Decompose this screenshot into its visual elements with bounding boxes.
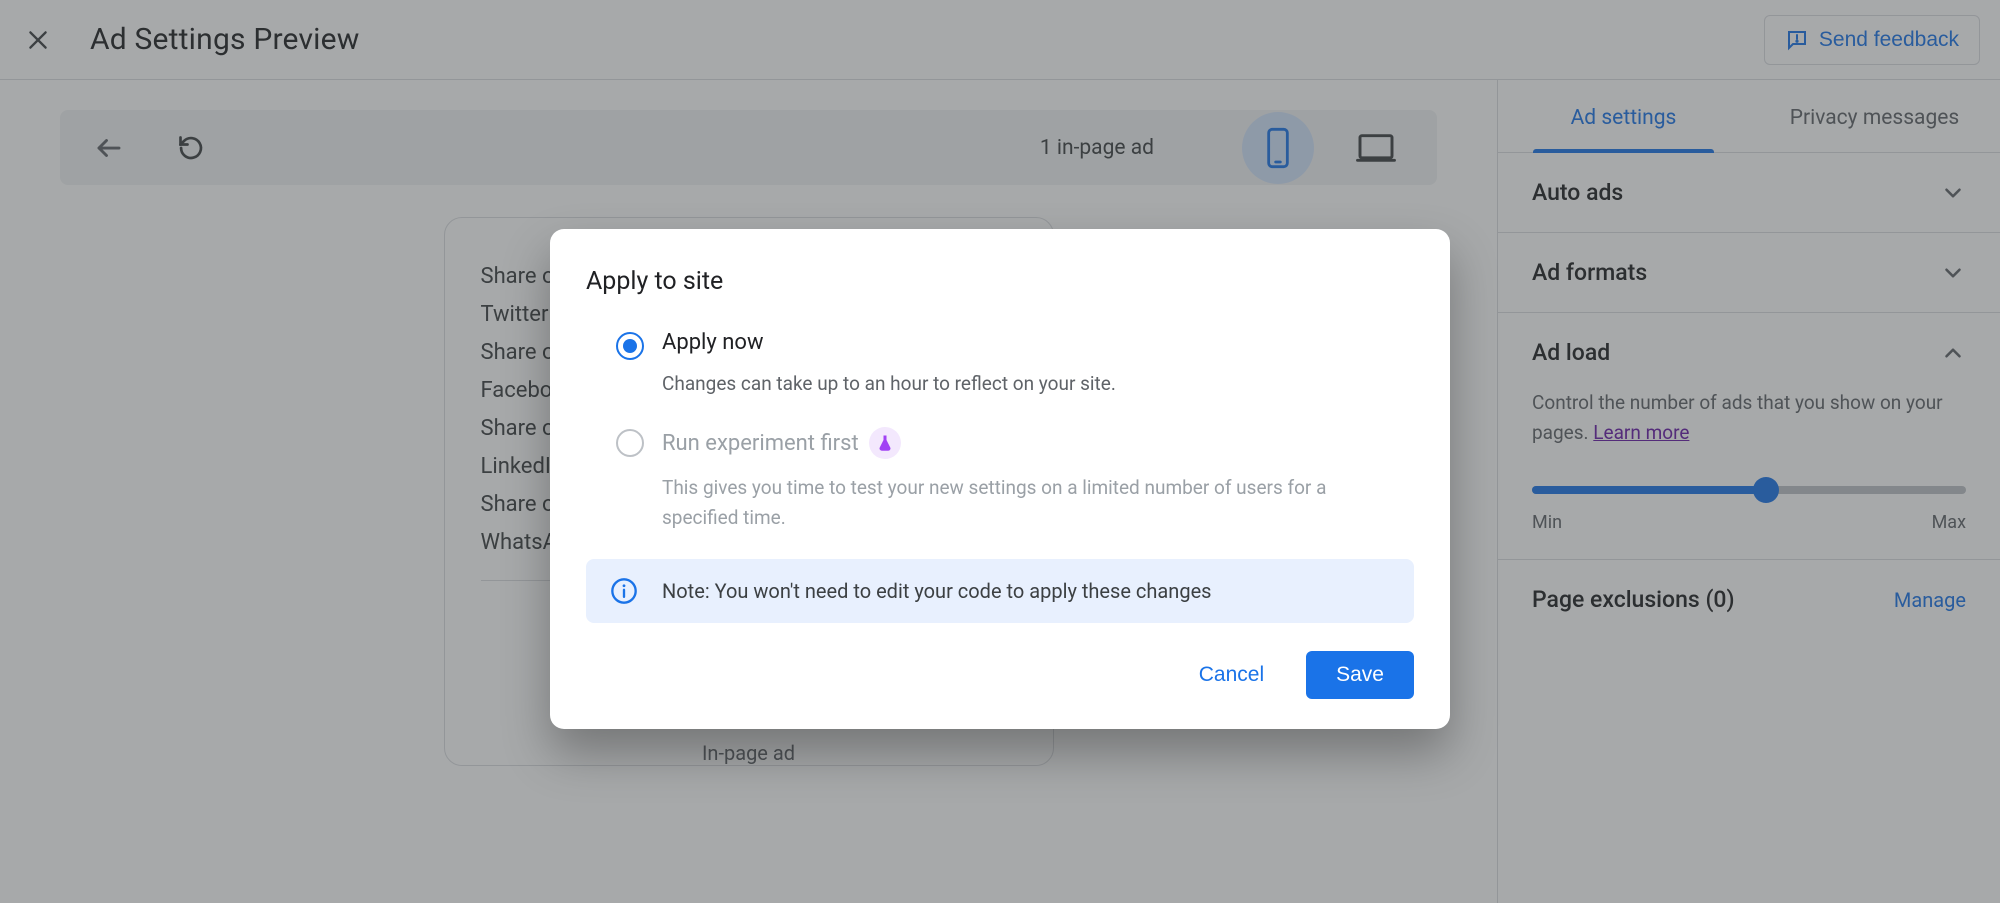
option-apply-now[interactable]: Apply now Changes can take up to an hour… [586,324,1414,421]
modal-overlay[interactable]: Apply to site Apply now Changes can take… [0,0,2000,903]
option-description: This gives you time to test your new set… [662,473,1362,533]
note-text: Note: You won't need to edit your code t… [662,579,1212,603]
info-icon [610,577,638,605]
radio-apply-now[interactable] [616,332,644,360]
save-button[interactable]: Save [1306,651,1414,699]
experiment-icon [869,427,901,459]
option-label: Run experiment first [662,427,1362,459]
option-label: Apply now [662,330,1116,355]
option-description: Changes can take up to an hour to reflec… [662,369,1116,399]
info-note: Note: You won't need to edit your code t… [586,559,1414,623]
apply-to-site-dialog: Apply to site Apply now Changes can take… [550,229,1450,729]
cancel-button[interactable]: Cancel [1181,651,1282,699]
dialog-title: Apply to site [586,267,1414,296]
option-run-experiment[interactable]: Run experiment first This gives you time… [586,421,1414,555]
radio-run-experiment[interactable] [616,429,644,457]
